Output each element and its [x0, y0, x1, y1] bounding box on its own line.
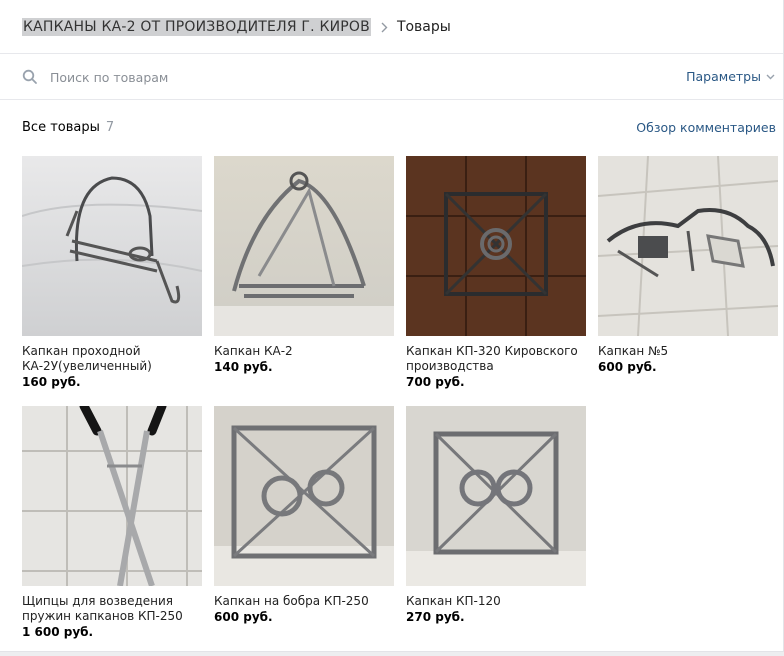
product-title: Капкан №5	[598, 344, 669, 358]
params-label: Параметры	[686, 69, 761, 84]
breadcrumb: КАПКАНЫ КА-2 ОТ ПРОИЗВОДИТЕЛЯ Г. КИРОВ Т…	[22, 16, 451, 38]
product-card[interactable]: Капкан на бобра КП-250 600 руб.	[214, 406, 394, 624]
product-image[interactable]	[22, 406, 202, 586]
breadcrumb-current: Товары	[396, 19, 451, 35]
product-title: Капкан КП-320 Кировского производства	[406, 344, 578, 373]
product-image[interactable]	[214, 406, 394, 586]
goods-count: 7	[105, 120, 115, 135]
all-goods-link[interactable]: Все товары 7	[22, 120, 114, 135]
product-price: 270 руб.	[406, 610, 465, 624]
search-input[interactable]	[44, 66, 604, 88]
product-card[interactable]: Щипцы для возведения пружин капканов КП-…	[22, 406, 202, 639]
goods-subheader: Все товары 7 Обзор комментариев	[0, 100, 783, 154]
search-bar: Параметры	[0, 54, 783, 100]
product-price: 600 руб.	[214, 610, 273, 624]
product-card[interactable]: Капкан КА-2 140 руб.	[214, 156, 394, 374]
product-price: 600 руб.	[598, 360, 657, 374]
product-price: 700 руб.	[406, 375, 465, 389]
product-title: Капкан КП-120	[406, 594, 501, 608]
product-title: Капкан КА-2	[214, 344, 293, 358]
chevron-right-icon	[381, 22, 388, 33]
product-price: 140 руб.	[214, 360, 273, 374]
search-icon	[22, 69, 38, 85]
product-card[interactable]: Капкан проходной КА-2У(увеличенный) 160 …	[22, 156, 202, 389]
product-title: Капкан проходной КА-2У(увеличенный)	[22, 344, 152, 373]
product-price: 1 600 руб.	[22, 625, 94, 639]
product-image[interactable]	[598, 156, 778, 336]
breadcrumb-group-link[interactable]: КАПКАНЫ КА-2 ОТ ПРОИЗВОДИТЕЛЯ Г. КИРОВ	[22, 18, 371, 36]
all-goods-label: Все товары	[22, 120, 100, 135]
page-header: КАПКАНЫ КА-2 ОТ ПРОИЗВОДИТЕЛЯ Г. КИРОВ Т…	[0, 0, 783, 54]
product-card[interactable]: Капкан КП-120 270 руб.	[406, 406, 586, 624]
params-dropdown[interactable]: Параметры	[686, 69, 775, 84]
product-image[interactable]	[406, 156, 586, 336]
product-card[interactable]: Капкан №5 600 руб.	[598, 156, 778, 374]
product-price: 160 руб.	[22, 375, 81, 389]
product-image[interactable]	[406, 406, 586, 586]
chevron-down-icon	[766, 74, 775, 79]
product-title: Капкан на бобра КП-250	[214, 594, 369, 608]
product-card[interactable]: Капкан КП-320 Кировского производства 70…	[406, 156, 586, 389]
product-image[interactable]	[22, 156, 202, 336]
product-title: Щипцы для возведения пружин капканов КП-…	[22, 594, 183, 623]
product-image[interactable]	[214, 156, 394, 336]
review-comments-link[interactable]: Обзор комментариев	[636, 120, 776, 135]
